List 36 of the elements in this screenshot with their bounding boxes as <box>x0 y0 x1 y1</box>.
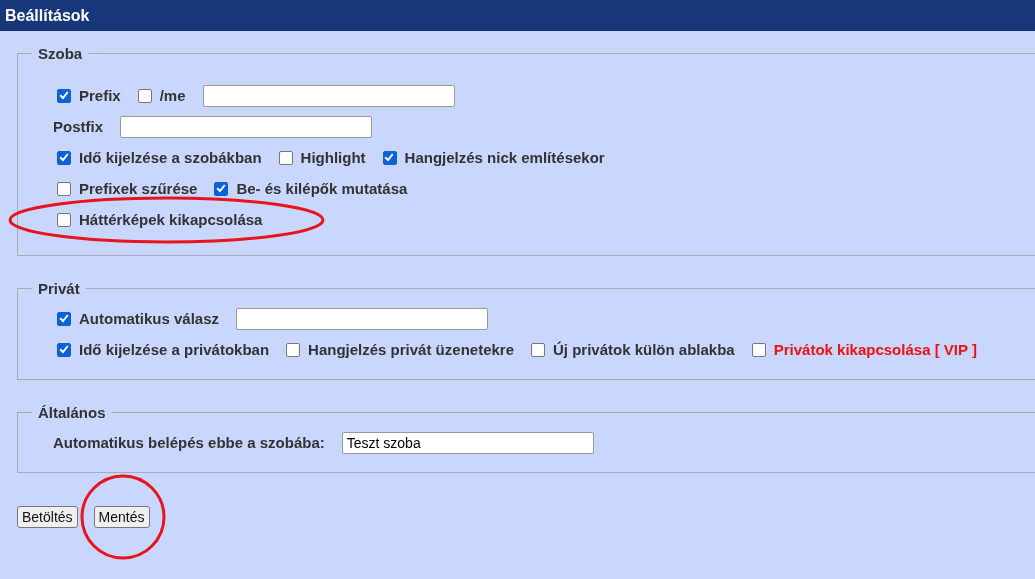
text-field[interactable] <box>202 84 455 107</box>
text-field[interactable] <box>236 307 489 330</box>
checkbox[interactable] <box>57 88 71 103</box>
checkbox-option[interactable]: Highlight <box>278 149 366 166</box>
action-button[interactable]: Betöltés <box>17 506 78 528</box>
checkbox-option[interactable]: Automatikus válasz <box>57 310 220 327</box>
checkbox[interactable] <box>286 342 301 357</box>
checkbox[interactable] <box>57 150 71 165</box>
checkbox[interactable] <box>57 212 71 227</box>
checkbox-option[interactable]: Idő kijelzése a szobákban <box>57 149 262 166</box>
field-label: Postfix <box>53 118 103 135</box>
group-legend: Szoba <box>32 45 89 62</box>
checkbox-option[interactable]: /me <box>137 87 186 104</box>
checkbox[interactable] <box>214 181 229 196</box>
checkbox[interactable] <box>57 342 71 357</box>
checkbox-option[interactable]: Hangjelzés nick említésekor <box>382 149 605 166</box>
group-legend: Privát <box>32 280 86 297</box>
text-field[interactable]: Teszt szoba <box>341 431 594 454</box>
text-field[interactable] <box>120 115 372 138</box>
checkbox-option[interactable]: Prefix <box>57 87 121 104</box>
checkbox[interactable] <box>57 311 71 326</box>
checkbox[interactable] <box>137 88 152 103</box>
checkbox[interactable] <box>531 342 545 357</box>
checkbox[interactable] <box>278 150 293 165</box>
window-title: Beállítások <box>5 6 90 25</box>
checkbox[interactable] <box>57 181 71 196</box>
checkbox-option[interactable]: Be- és kilépők mutatása <box>214 180 408 197</box>
checkbox-option[interactable]: Idő kijelzése a privátokban <box>57 341 270 358</box>
checkbox-option[interactable]: Új privátok külön ablakba <box>531 341 735 358</box>
action-button[interactable]: Mentés <box>93 506 150 528</box>
checkbox[interactable] <box>382 150 397 165</box>
checkbox-option[interactable]: Prefixek szűrése <box>57 180 198 197</box>
field-label: Automatikus belépés ebbe a szobába: <box>53 434 325 451</box>
checkbox-option[interactable]: Hangjelzés privát üzenetekre <box>286 341 514 358</box>
checkbox[interactable] <box>751 342 766 357</box>
group-legend: Általános <box>32 404 112 421</box>
